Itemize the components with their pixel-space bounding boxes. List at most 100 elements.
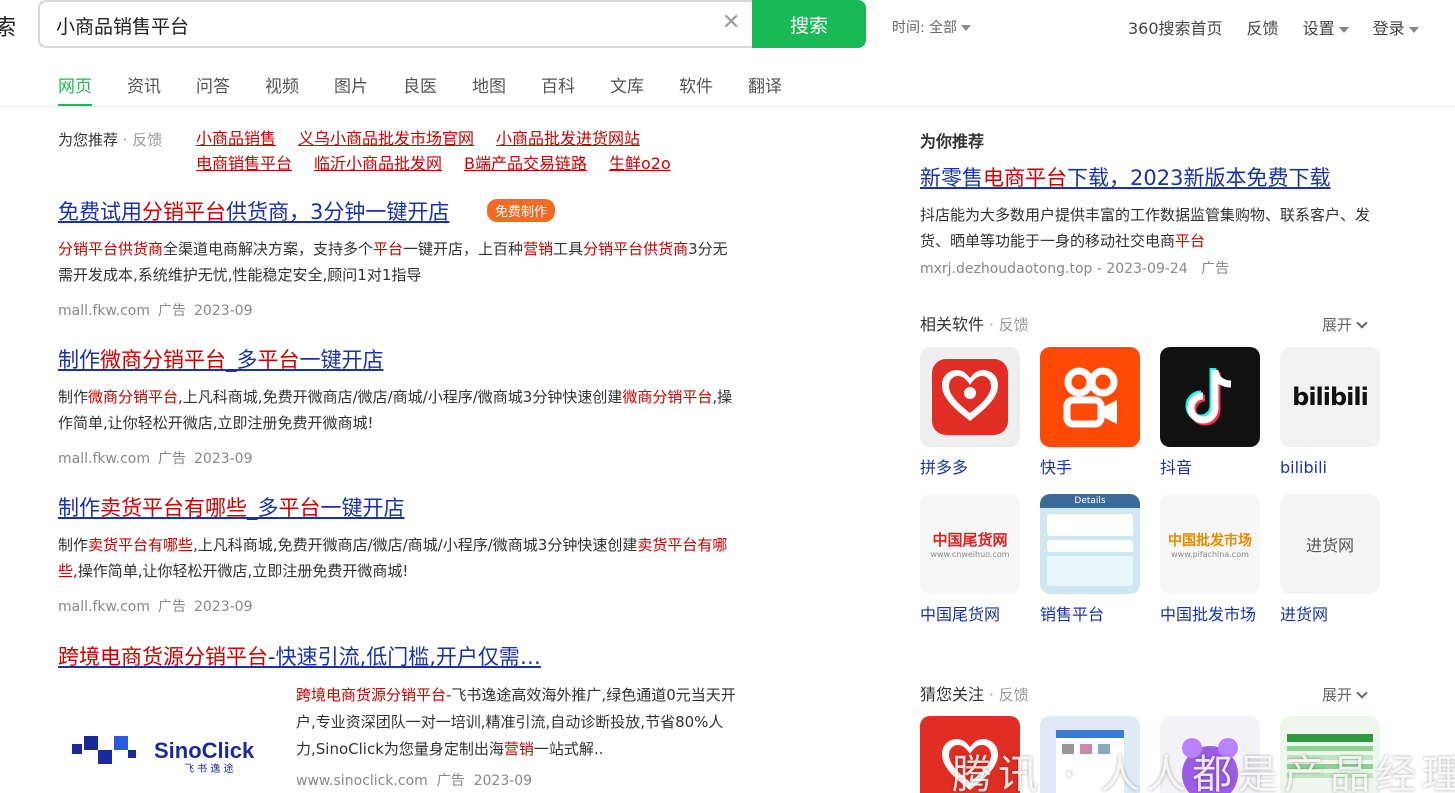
software-heading-text: 相关软件	[920, 315, 985, 334]
highlight-text: 卖货平台有哪些	[88, 536, 194, 554]
time-filter-dropdown[interactable]: 时间: 全部	[892, 17, 972, 37]
tab-video[interactable]: 视频	[265, 72, 299, 107]
text-segment: ,上凡科商城,免费开微商店/微店/商城/小程序/微商城3分钟快速创建	[193, 536, 638, 554]
weihuo-logo-text: 中国尾货网	[932, 531, 1008, 549]
search-input[interactable]	[56, 12, 696, 38]
text-segment: ,操作简单,让你轻松开微店,立即注册免费开微商城!	[73, 562, 409, 580]
tab-docs[interactable]: 文库	[610, 72, 644, 107]
tab-images[interactable]: 图片	[334, 72, 368, 107]
sinoclick-logo-text: SinoClick	[154, 738, 255, 763]
text-segment: 免费试用	[58, 200, 142, 224]
chevron-down-icon	[1356, 687, 1368, 699]
text-segment: 一键开店	[299, 348, 384, 372]
tab-software[interactable]: 软件	[679, 72, 713, 107]
result-title[interactable]: 制作卖货平台有哪些_多平台一键开店	[58, 492, 738, 522]
recommend-label: 为您推荐 · 反馈	[58, 129, 162, 150]
app-name: 销售平台	[1040, 605, 1105, 624]
recommend-link[interactable]: 小商品批发进货网站	[496, 126, 640, 151]
text-segment: _多	[226, 348, 258, 372]
highlight-text: 微商分销平台	[88, 388, 179, 406]
tab-web[interactable]: 网页	[58, 72, 92, 107]
pifa-logo-text: 中国批发市场	[1168, 532, 1252, 549]
guess-expand-button[interactable]: 展开	[1322, 684, 1368, 705]
app-pifa[interactable]: 中国批发市场 www.pifachina.com 中国批发市场	[1160, 494, 1260, 627]
text-segment: 一站式解..	[533, 740, 604, 758]
recommend-feedback[interactable]: · 反馈	[123, 131, 163, 149]
sinoclick-logo-subtext: 飞 书 逸 途	[184, 762, 234, 775]
result-item: 免费试用分销平台供货商，3分钟一键开店 分销平台供货商全渠道电商解决方案，支持多…	[58, 196, 738, 320]
app-douyin[interactable]: 抖音	[1160, 347, 1260, 480]
recommend-link[interactable]: 生鲜o2o	[609, 151, 671, 176]
result-date: 2023-09	[194, 451, 253, 467]
result-title[interactable]: 跨境电商货源分销平台-快速引流,低门槛,开户仅需…	[58, 641, 738, 671]
result-title[interactable]: 免费试用分销平台供货商，3分钟一键开店	[58, 196, 738, 226]
recommend-link[interactable]: 小商品销售	[196, 126, 276, 151]
app-name: bilibili	[1280, 458, 1327, 477]
time-filter-label: 时间: 全部	[892, 20, 958, 36]
text-segment: 制作	[58, 388, 89, 406]
tab-translate[interactable]: 翻译	[748, 72, 782, 107]
login-menu[interactable]: 登录	[1373, 15, 1419, 39]
recommend-link[interactable]: 电商销售平台	[196, 151, 292, 176]
result-url[interactable]: www.sinoclick.com	[296, 773, 428, 789]
app-bilibili[interactable]: bilibili bilibili	[1280, 347, 1380, 480]
result-date: 2023-09	[194, 599, 253, 615]
highlight-text: 营销	[523, 240, 554, 258]
bilibili-logo-text: bilibili	[1292, 383, 1369, 411]
text-segment: 全渠道电商解决方案，支持多个	[163, 240, 374, 258]
tab-baike[interactable]: 百科	[541, 72, 575, 107]
guess-character-icon[interactable]	[1160, 716, 1260, 793]
result-description: 跨境电商货源分销平台-飞书逸途高效海外推广,绿色通道0元当天开户,专业资深团队一…	[296, 682, 736, 763]
guess-feedback[interactable]: · 反馈	[989, 686, 1029, 704]
side-ad-title[interactable]: 新零售电商平台下载，2023新版本免费下载	[920, 162, 1330, 192]
tab-maps[interactable]: 地图	[472, 72, 506, 107]
guess-app-screenshot-icon[interactable]	[1040, 716, 1140, 793]
app-sales-platform[interactable]: Details 销售平台	[1040, 494, 1140, 627]
tab-news[interactable]: 资讯	[127, 72, 161, 107]
caret-down-icon	[961, 25, 972, 31]
result-meta: www.sinoclick.com 广告 2023-09	[296, 770, 532, 790]
result-url[interactable]: mall.fkw.com	[58, 599, 150, 615]
tab-qa[interactable]: 问答	[196, 72, 230, 107]
app-jinhuo[interactable]: 进货网 进货网	[1280, 494, 1380, 627]
settings-label: 设置	[1302, 19, 1335, 38]
logo-fragment[interactable]: 索	[0, 10, 16, 42]
sinoclick-logo[interactable]: SinoClick 飞 书 逸 途	[72, 728, 272, 776]
free-badge[interactable]: 免费制作	[487, 199, 556, 222]
app-kuaishou[interactable]: 快手	[1040, 347, 1140, 480]
home-link[interactable]: 360搜索首页	[1128, 15, 1223, 39]
result-meta: mall.fkw.com 广告 2023-09	[58, 448, 738, 468]
settings-menu[interactable]: 设置	[1303, 15, 1349, 39]
highlight-text: 平台	[257, 348, 300, 372]
guess-heading: 猜您关注 · 反馈	[920, 681, 1029, 705]
clear-icon[interactable]: ✕	[722, 10, 740, 35]
text-segment: 制作	[58, 496, 100, 520]
search-button[interactable]: 搜索	[752, 0, 866, 48]
side-recommend-heading: 为你推荐	[920, 128, 984, 152]
highlight-text: 跨境电商货源分销平台	[296, 686, 447, 704]
result-url[interactable]: mall.fkw.com	[58, 451, 150, 467]
text-segment: 抖店能为大多数用户提供丰富的工作数据监管集购物、联系客户、发货、晒单等功能于一身…	[920, 206, 1371, 250]
highlight-text: 微商分销平台	[622, 388, 713, 406]
highlight-text: 分销平台供货商	[583, 240, 689, 258]
result-url[interactable]: mall.fkw.com	[58, 303, 150, 319]
app-pinduoduo[interactable]: 拼多多	[920, 347, 1020, 480]
result-meta: mall.fkw.com 广告 2023-09	[58, 300, 738, 320]
highlight-text: 分销平台供货商	[58, 240, 164, 258]
result-title[interactable]: 制作微商分销平台_多平台一键开店	[58, 344, 738, 374]
pifa-logo-url: www.pifachina.com	[1171, 549, 1249, 559]
side-ad-url[interactable]: mxrj.dezhoudaotong.top - 2023-09-24	[920, 261, 1188, 277]
software-feedback[interactable]: · 反馈	[989, 316, 1029, 334]
guess-table-app-icon[interactable]	[1280, 716, 1380, 793]
app-weihuo[interactable]: 中国尾货网 www.cnweihuo.com 中国尾货网	[920, 494, 1020, 627]
side-ad-description: 抖店能为大多数用户提供丰富的工作数据监管集购物、联系客户、发货、晒单等功能于一身…	[920, 202, 1390, 254]
search-results-page: 索 ✕ 搜索 时间: 全部 360搜索首页 反馈 设置 登录 网页 资讯 问答 …	[0, 0, 1455, 793]
recommend-link[interactable]: 义乌小商品批发市场官网	[298, 126, 474, 151]
feedback-link[interactable]: 反馈	[1247, 15, 1279, 39]
software-expand-button[interactable]: 展开	[1322, 314, 1368, 335]
tab-doctor[interactable]: 良医	[403, 72, 437, 107]
guess-pinduoduo-icon[interactable]	[920, 716, 1020, 793]
app-name: 快手	[1040, 458, 1073, 477]
recommend-link[interactable]: 临沂小商品批发网	[314, 151, 442, 176]
recommend-link[interactable]: B端产品交易链路	[464, 151, 587, 176]
